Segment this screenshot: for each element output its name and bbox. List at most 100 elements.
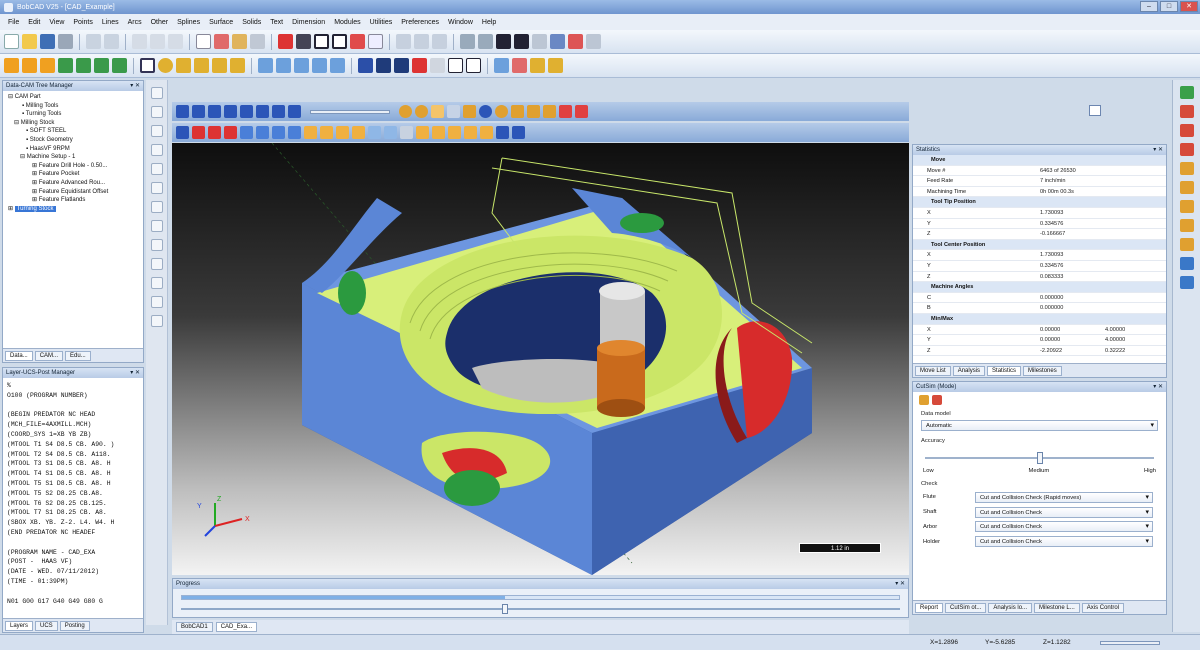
close-button[interactable]: ✕ xyxy=(1180,1,1198,12)
shaft-check-select[interactable]: Cut and Collision Check xyxy=(975,506,1153,518)
cut-icon[interactable] xyxy=(132,34,147,49)
tree-item-turning-tools[interactable]: ▪ Turning Tools xyxy=(6,110,140,119)
menu-view[interactable]: View xyxy=(49,19,64,26)
tree-item-turning-stock[interactable]: ⊞ Turning Stock xyxy=(6,205,140,214)
nc-code-text[interactable]: % O100 (PROGRAM NUMBER) (BEGIN PREDATOR N… xyxy=(3,378,143,609)
menu-dimension[interactable]: Dimension xyxy=(292,19,325,26)
tree-item-milling-stock[interactable]: ⊟ Milling Stock xyxy=(6,119,140,128)
section-icon[interactable] xyxy=(330,58,345,73)
maximize-button[interactable]: □ xyxy=(1160,1,1178,12)
group-machine-angles[interactable]: Machine Angles xyxy=(913,282,1166,293)
transparency-icon[interactable] xyxy=(368,126,381,139)
edit-icon[interactable] xyxy=(1179,124,1194,137)
point-icon[interactable] xyxy=(278,34,293,49)
stop-icon[interactable] xyxy=(256,105,269,118)
strip-tool-icon[interactable] xyxy=(150,239,163,251)
report-icon[interactable] xyxy=(548,58,563,73)
rotate-icon[interactable] xyxy=(514,34,529,49)
tab-move-list[interactable]: Move List xyxy=(915,365,951,376)
path-color-icon[interactable] xyxy=(320,126,333,139)
globe-icon[interactable] xyxy=(479,105,492,118)
settings-icon[interactable] xyxy=(919,395,929,405)
save-icon[interactable] xyxy=(40,34,55,49)
holder-check-select[interactable]: Cut and Collision Check xyxy=(975,536,1153,548)
post-icon[interactable] xyxy=(530,58,545,73)
tab-statistics[interactable]: Statistics xyxy=(987,365,1022,376)
zoom-window-icon[interactable] xyxy=(478,34,493,49)
tool-library-icon[interactable] xyxy=(40,58,55,73)
rectangle-icon[interactable] xyxy=(332,34,347,49)
layer-icon[interactable] xyxy=(232,34,247,49)
tree-item-milling-tools[interactable]: ▪ Milling Tools xyxy=(6,102,140,111)
menu-lines[interactable]: Lines xyxy=(102,19,119,26)
strip-tool-icon[interactable] xyxy=(150,277,163,289)
solid-blue-icon[interactable] xyxy=(358,58,373,73)
tab-data[interactable]: Data... xyxy=(5,350,33,361)
simulation-viewport[interactable]: Z X Y 1.12 in xyxy=(172,143,909,575)
holder-display-icon[interactable] xyxy=(415,105,428,118)
strip-tool-icon[interactable] xyxy=(150,106,163,118)
group-min-max[interactable]: Min/Max xyxy=(913,313,1166,325)
spindle-icon[interactable] xyxy=(416,126,429,139)
extrude-icon[interactable] xyxy=(230,58,245,73)
step-back-icon[interactable] xyxy=(192,105,205,118)
layer-icon[interactable] xyxy=(1179,143,1194,156)
pen-icon[interactable] xyxy=(575,105,588,118)
tab-axis-control[interactable]: Axis Control xyxy=(1081,602,1125,613)
hidden-line-icon[interactable] xyxy=(430,58,445,73)
strip-tool-icon[interactable] xyxy=(150,201,163,213)
library-icon[interactable] xyxy=(1179,238,1194,251)
fast-forward-icon[interactable] xyxy=(272,105,285,118)
tab-posting[interactable]: Posting xyxy=(59,620,90,631)
redo-icon[interactable] xyxy=(104,34,119,49)
group-tool-center[interactable]: Tool Center Position xyxy=(913,239,1166,251)
first-step-icon[interactable] xyxy=(176,105,189,118)
text-icon[interactable] xyxy=(368,34,383,49)
zoom-slider[interactable] xyxy=(1100,641,1160,645)
tree-item-stock-geometry[interactable]: ▪ Stock Geometry xyxy=(6,136,140,145)
view-iso-icon[interactable] xyxy=(176,126,189,139)
zoom-icon[interactable] xyxy=(460,34,475,49)
view-front-icon[interactable] xyxy=(208,126,221,139)
copy-icon[interactable] xyxy=(150,34,165,49)
checkmark-icon[interactable] xyxy=(1179,86,1194,99)
accuracy-slider-thumb[interactable] xyxy=(1036,452,1043,464)
tab-analysis[interactable]: Analysis xyxy=(952,365,986,376)
menu-solids[interactable]: Solids xyxy=(242,19,261,26)
axis-icon[interactable] xyxy=(466,58,481,73)
view-back-icon[interactable] xyxy=(256,126,269,139)
compare-icon[interactable] xyxy=(463,105,476,118)
wireframe-icon[interactable] xyxy=(412,58,427,73)
view-icon[interactable] xyxy=(532,34,547,49)
view-right-icon[interactable] xyxy=(224,126,237,139)
refresh-icon[interactable] xyxy=(288,105,301,118)
backplot-icon[interactable] xyxy=(512,58,527,73)
cloud-icon[interactable] xyxy=(384,126,397,139)
view-top-icon[interactable] xyxy=(192,126,205,139)
marker-icon[interactable] xyxy=(559,105,572,118)
cutter-icon[interactable] xyxy=(495,105,508,118)
measure-icon[interactable] xyxy=(480,126,493,139)
pan-icon[interactable] xyxy=(496,34,511,49)
folder-icon[interactable] xyxy=(1179,181,1194,194)
options-icon[interactable] xyxy=(1179,276,1194,289)
options-icon[interactable] xyxy=(512,126,525,139)
reset-icon[interactable] xyxy=(932,395,942,405)
pin-icon[interactable]: ▾ ✕ xyxy=(1153,382,1166,392)
view-3d-icon[interactable] xyxy=(288,126,301,139)
mirror-icon[interactable] xyxy=(568,34,583,49)
report-icon[interactable] xyxy=(447,105,460,118)
minimize-button[interactable]: – xyxy=(1140,1,1158,12)
menu-text[interactable]: Text xyxy=(270,19,283,26)
color-icon[interactable] xyxy=(250,34,265,49)
group-move[interactable]: Move xyxy=(913,155,1166,166)
pocket-icon[interactable] xyxy=(112,58,127,73)
drill-icon[interactable] xyxy=(94,58,109,73)
strip-tool-icon[interactable] xyxy=(150,315,163,327)
tab-report[interactable]: Report xyxy=(915,602,944,613)
strip-tool-icon[interactable] xyxy=(150,125,163,137)
shell-icon[interactable] xyxy=(312,58,327,73)
data-model-select[interactable]: Automatic xyxy=(921,420,1158,431)
accuracy-slider[interactable] xyxy=(925,452,1154,464)
path-display-icon[interactable] xyxy=(304,126,317,139)
